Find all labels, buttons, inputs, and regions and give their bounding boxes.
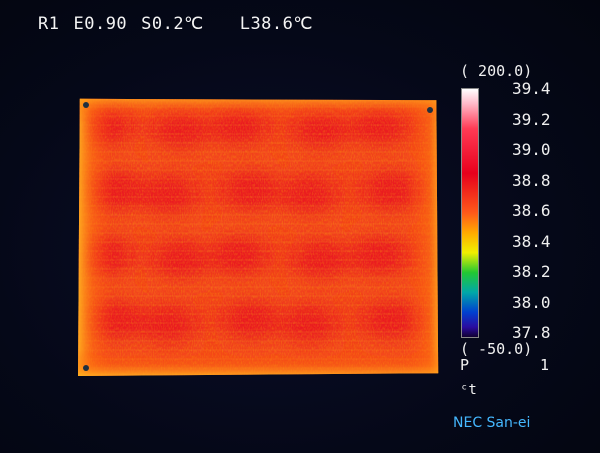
ct-icon: ᶜt [460, 382, 477, 398]
thermal-image [78, 98, 439, 376]
region-indicator: R1 [38, 14, 60, 34]
brand-label: NEC San-ei [453, 415, 531, 431]
scale-tick-label: 39.4 [512, 79, 551, 98]
corner-marker-bottom-left [83, 365, 89, 371]
emissivity-value: E0.90 [73, 14, 128, 34]
scale-tick-label: 38.0 [512, 292, 551, 312]
scale-tick-label: 38.6 [512, 201, 551, 220]
palette-value: 1 [540, 356, 550, 374]
scale-max-label: ( 200.0) [460, 62, 533, 80]
corner-marker-top-left [83, 102, 89, 108]
span-value: S0.2℃ [141, 14, 204, 34]
scale-tick-label: 38.8 [512, 170, 551, 190]
thermal-display: R1 E0.90 S0.2℃ L38.6℃ (200.0) 39.4 39.2… [0, 0, 600, 453]
level-value: L38.6℃ [239, 14, 313, 34]
scale-min-label: ( -50.0) [460, 340, 533, 358]
palette-label: P [460, 356, 470, 374]
scale-tick-label: 38.2 [512, 262, 551, 281]
edge-glow-vertical [78, 98, 439, 376]
scale-tick-label: 39.0 [512, 140, 551, 159]
corner-marker-top-right [427, 107, 433, 113]
color-scale-bar [461, 88, 479, 338]
scale-tick-label: 38.4 [512, 231, 551, 251]
scale-tick-label: 39.2 [512, 109, 551, 129]
status-bar: R1 E0.90 S0.2℃ L38.6℃ [38, 14, 327, 34]
